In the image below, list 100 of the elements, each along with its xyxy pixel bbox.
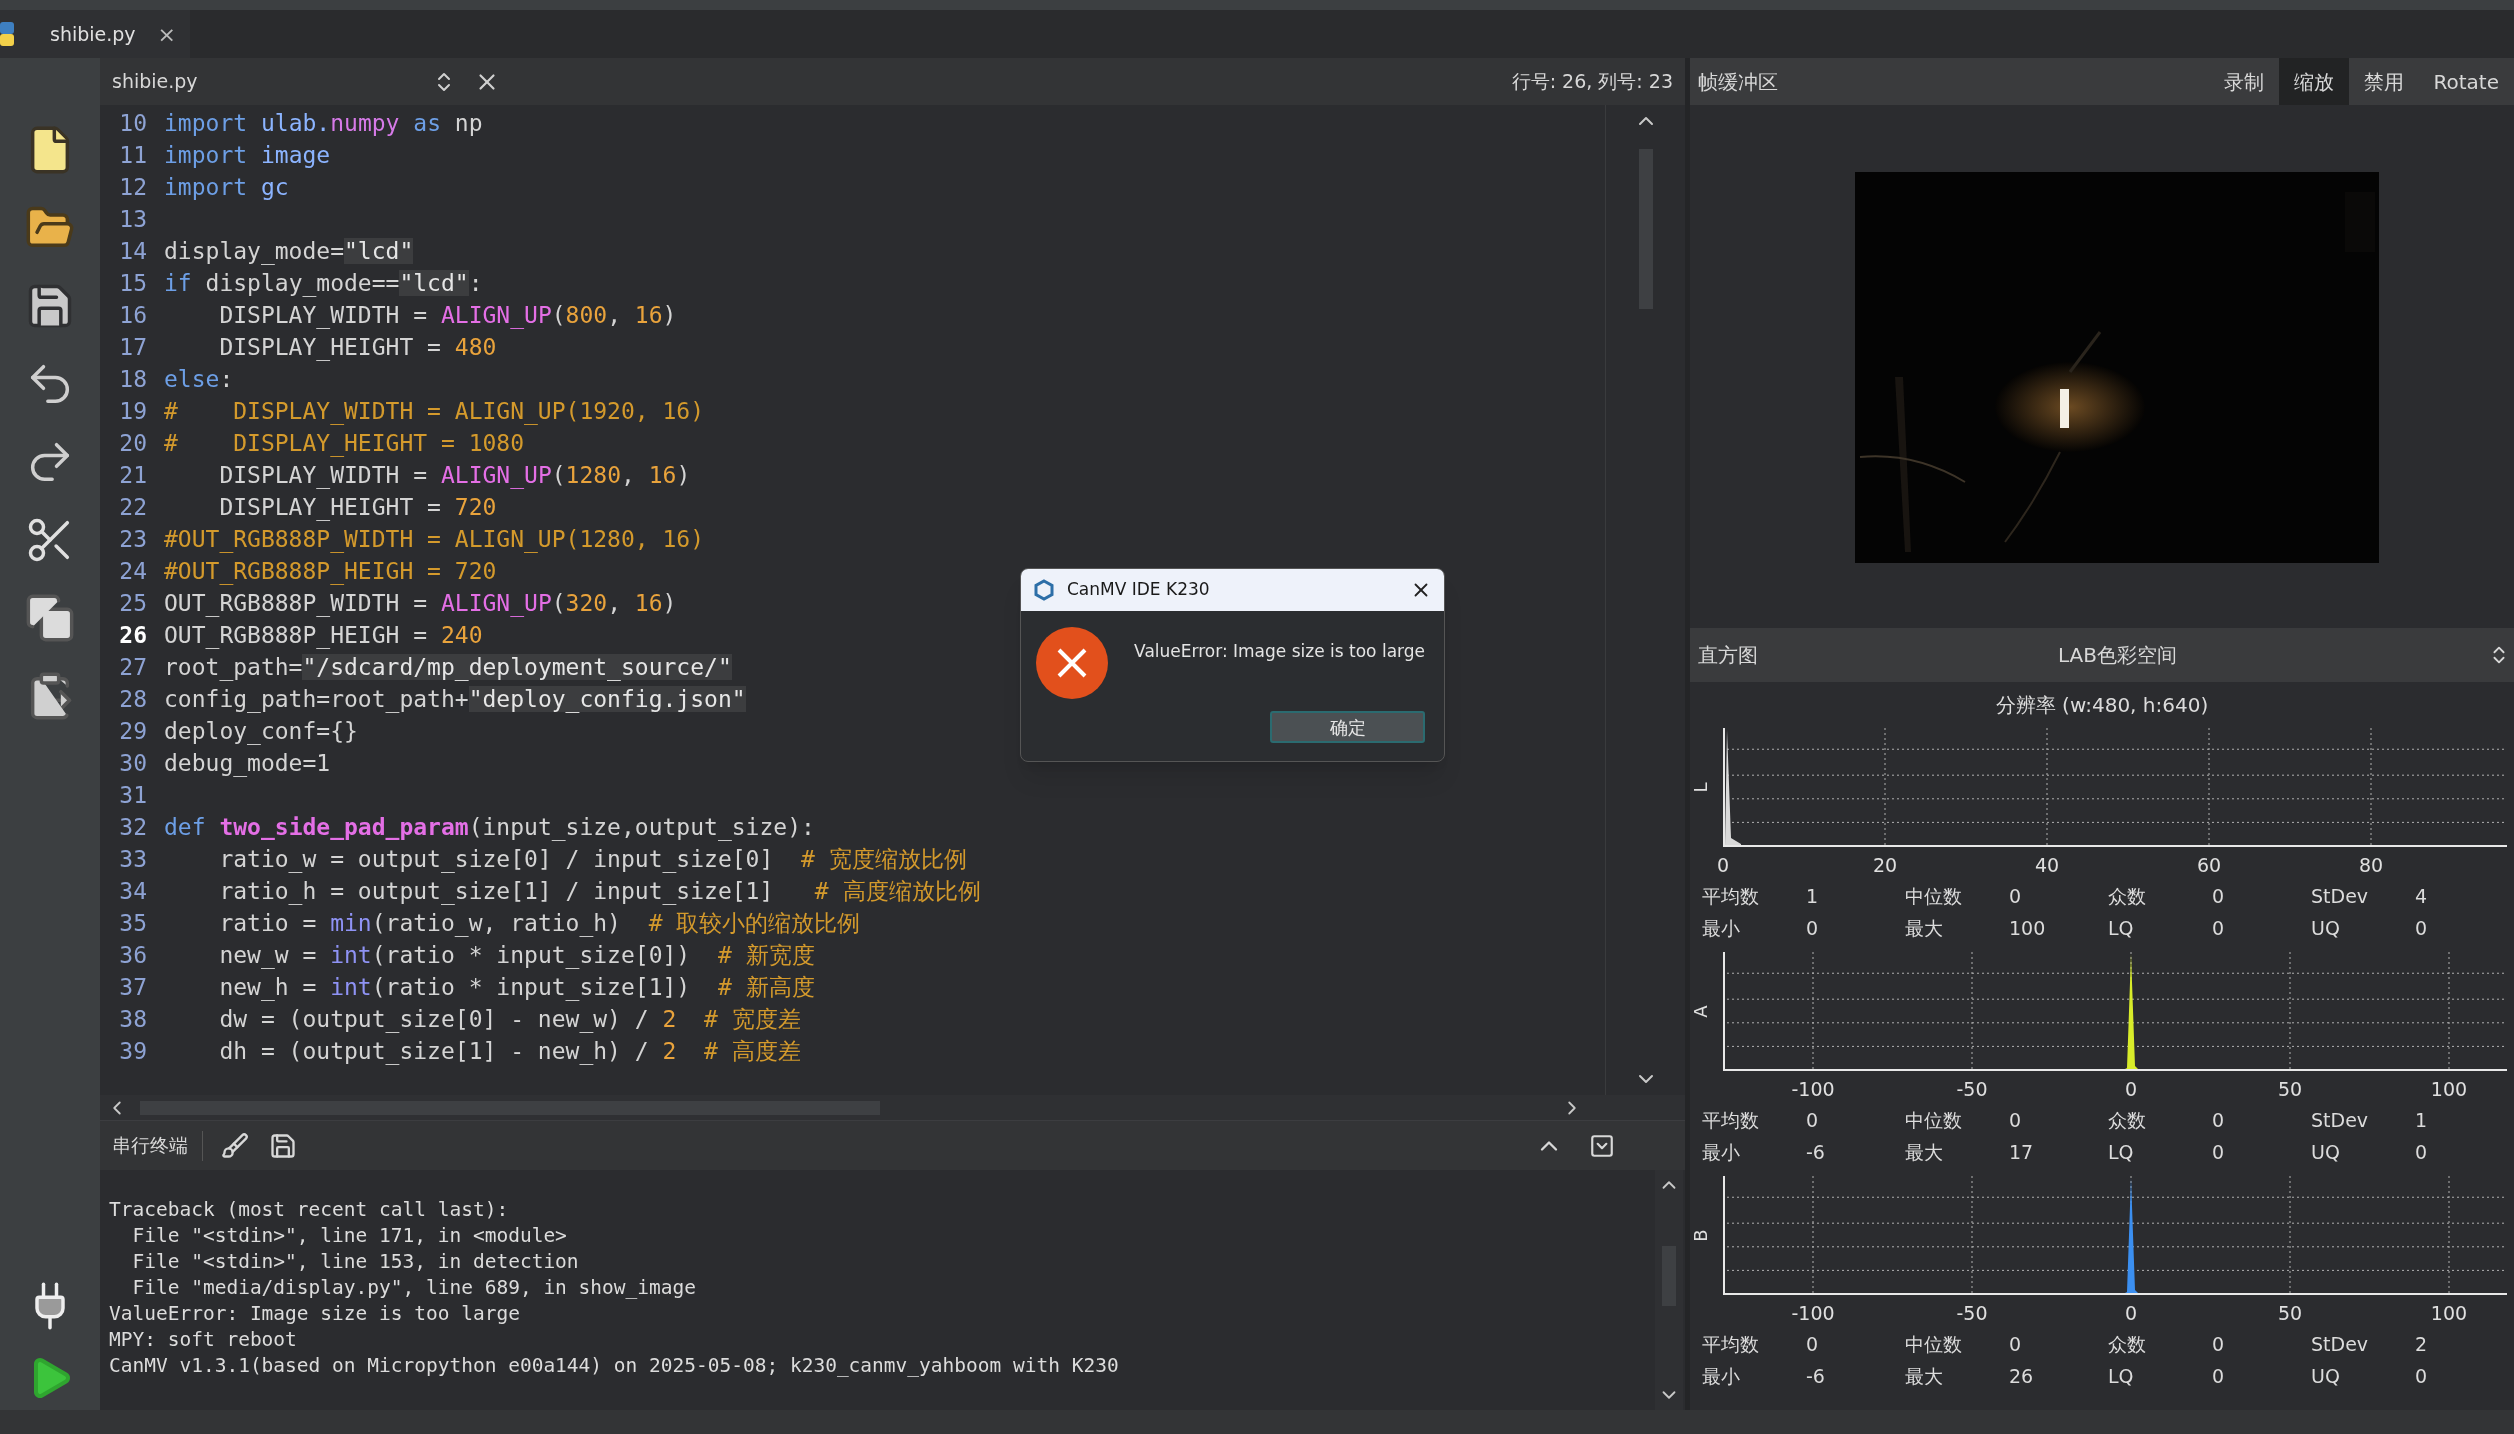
code-line: DISPLAY_WIDTH = ALIGN_UP(800, 16): [218, 301, 677, 331]
stat-value: 0: [2212, 1331, 2225, 1357]
tick-label: 80: [2358, 854, 2384, 876]
colorspace-select[interactable]: LAB色彩空间: [2058, 640, 2177, 670]
stat-value: 0: [2212, 915, 2225, 941]
stat-label: LQ: [2108, 1363, 2135, 1389]
stat-label: 中位数: [1905, 883, 1963, 909]
terminal-line: File "media/display.py", line 689, in show_image: [131, 1275, 696, 1301]
line-number: 39: [118, 1037, 147, 1066]
panel-menu-icon[interactable]: [1589, 1132, 1615, 1159]
line-number: 36: [118, 941, 147, 970]
stat-label: 平均数: [1702, 883, 1760, 909]
ok-button[interactable]: 确定: [1270, 711, 1425, 743]
axis-label: L: [1689, 782, 1712, 792]
line-number: 16: [118, 301, 147, 330]
terminal-title: 串行终端: [112, 1133, 188, 1159]
stat-value: 26: [2009, 1363, 2034, 1389]
dialog-title: CanMV IDE K230: [1067, 578, 1210, 602]
histogram-title: 直方图: [1698, 642, 1758, 669]
line-number: 34: [118, 877, 147, 906]
tab-close[interactable]: ×: [157, 17, 176, 51]
stat-value: 0: [2212, 1139, 2225, 1165]
line-number: 18: [118, 365, 147, 394]
stat-label: 平均数: [1702, 1331, 1760, 1357]
line-number: 29: [118, 717, 147, 746]
line-number: 14: [118, 237, 147, 266]
line-number: 30: [118, 749, 147, 778]
tick-label: 0: [2124, 1078, 2138, 1100]
tick-label: 100: [2430, 1078, 2468, 1100]
stat-label: 中位数: [1905, 1331, 1963, 1357]
toolbar-button[interactable]: 缩放: [2278, 58, 2349, 105]
stat-label: UQ: [2311, 915, 2341, 941]
code-line: import image: [164, 141, 331, 170]
toolbar-button[interactable]: Rotate: [2418, 58, 2514, 105]
stat-value: 0: [2009, 1331, 2022, 1357]
line-number: 19: [118, 397, 147, 426]
stat-label: StDev: [2311, 883, 2370, 909]
code-line: display_mode="lcd": [164, 237, 414, 267]
tick-label: 20: [1872, 854, 1898, 876]
code-line: OUT_RGB888P_HEIGH = 240: [164, 621, 483, 651]
copy-icon[interactable]: [24, 592, 76, 644]
tick-label: -50: [1956, 1078, 1988, 1100]
tick-label: 0: [1716, 854, 1730, 876]
code-line: dh = (output_size[1] - new_h) / 2 # 高度差: [218, 1037, 801, 1067]
stat-value: 0: [2009, 1107, 2022, 1133]
line-number: 22: [118, 493, 147, 522]
code-line: debug_mode=1: [164, 749, 331, 779]
line-number: 27: [118, 653, 147, 682]
hexagon-icon: [1033, 579, 1055, 601]
code-line: ratio_w = output_size[0] / input_size[0] # 宽度缩放比例: [218, 845, 967, 875]
code-line: ratio_h = output_size[1] / input_size[1] # 高度缩放比例: [218, 877, 981, 907]
terminal-line: CanMV v1.3.1(based on Micropython e00a144) on 2025-05-08; k230_canmv_yahboom with K230: [109, 1353, 1119, 1379]
stat-label: UQ: [2311, 1363, 2341, 1389]
stat-label: 最大: [1905, 915, 1944, 941]
tick-label: 0: [2124, 1302, 2138, 1324]
file-tab[interactable]: shibie.py ×: [0, 10, 190, 58]
stat-value: 0: [2415, 915, 2428, 941]
tick-label: -100: [1791, 1078, 1835, 1100]
stat-label: 平均数: [1702, 1107, 1760, 1133]
code-line: DISPLAY_WIDTH = ALIGN_UP(1280, 16): [218, 461, 691, 491]
stat-value: 0: [2415, 1363, 2428, 1389]
framebuffer-title: 帧缓冲区: [1698, 68, 1778, 96]
terminal-line: ValueError: Image size is too large: [109, 1301, 520, 1327]
line-number: 35: [118, 909, 147, 938]
line-number: 37: [118, 973, 147, 1002]
stat-label: LQ: [2108, 915, 2135, 941]
stat-label: StDev: [2311, 1107, 2370, 1133]
tick-label: -50: [1956, 1302, 1988, 1324]
file-name: shibie.py: [112, 69, 199, 95]
stat-label: 众数: [2108, 883, 2147, 909]
python-file-icon: [0, 21, 14, 47]
stat-value: 1: [1806, 883, 1819, 909]
tick-label: 50: [2277, 1302, 2303, 1324]
line-number: 28: [118, 685, 147, 714]
tick-label: 60: [2196, 854, 2222, 876]
code-line: #OUT_RGB888P_WIDTH = ALIGN_UP(1280, 16): [164, 525, 705, 555]
stat-value: -6: [1806, 1139, 1825, 1165]
line-number: 11: [118, 141, 147, 170]
brush-icon[interactable]: [221, 1131, 249, 1160]
stat-value: 0: [2212, 883, 2225, 909]
stat-label: UQ: [2311, 1139, 2341, 1165]
stat-value: 4: [2415, 883, 2428, 909]
line-number: 17: [118, 333, 147, 362]
terminal-line: MPY: soft reboot: [109, 1327, 297, 1353]
toolbar-button[interactable]: 禁用: [2348, 58, 2419, 105]
line-number: 32: [118, 813, 147, 842]
code-line: else:: [164, 365, 234, 394]
code-line: config_path=root_path+"deploy_config.json": [164, 685, 746, 715]
axis-label: B: [1689, 1228, 1712, 1242]
code-line: def two_side_pad_param(input_size,output_size):: [164, 813, 815, 843]
toolbar-button[interactable]: 录制: [2208, 58, 2279, 105]
stat-value: 100: [2009, 915, 2046, 941]
terminal-line: File "<stdin>", line 153, in detection: [131, 1249, 579, 1275]
stat-value: 0: [2212, 1363, 2225, 1389]
stat-value: 0: [1806, 1107, 1819, 1133]
save-icon[interactable]: [269, 1131, 297, 1160]
line-number: 31: [118, 781, 147, 810]
line-number: 26: [118, 621, 147, 650]
resolution-label: 分辨率 (w:480, h:640): [1995, 692, 2209, 719]
stat-value: 0: [2009, 883, 2022, 909]
